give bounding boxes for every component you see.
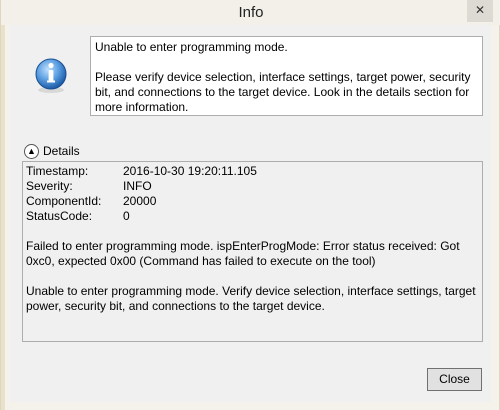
detail-row-severity: Severity: INFO bbox=[26, 179, 479, 194]
message-summary: Unable to enter programming mode. bbox=[95, 40, 288, 54]
close-button[interactable]: Close bbox=[427, 368, 482, 391]
detail-row-statuscode: StatusCode: 0 bbox=[26, 209, 479, 224]
details-panel[interactable]: Timestamp: 2016-10-30 19:20:11.105 Sever… bbox=[22, 161, 483, 342]
details-error-text: Failed to enter programming mode. ispEnt… bbox=[26, 239, 460, 268]
details-advice-text: Unable to enter programming mode. Verify… bbox=[26, 284, 476, 313]
collapse-chevron-icon[interactable]: ▲ bbox=[24, 143, 39, 159]
info-icon bbox=[35, 58, 67, 93]
window-left-edge bbox=[1, 25, 5, 410]
detail-row-componentid: ComponentId: 20000 bbox=[26, 194, 479, 209]
detail-value: INFO bbox=[123, 179, 152, 193]
detail-key: ComponentId: bbox=[26, 194, 102, 208]
info-dialog: Info ✕ Unable to enter programming mode.… bbox=[0, 0, 500, 410]
detail-key: StatusCode: bbox=[26, 209, 93, 223]
details-toggle[interactable]: ▲ Details bbox=[24, 141, 80, 161]
message-detail: Please verify device selection, interfac… bbox=[95, 70, 471, 114]
detail-value: 0 bbox=[123, 209, 130, 223]
detail-key: Timestamp: bbox=[26, 164, 89, 178]
detail-value: 20000 bbox=[123, 194, 157, 208]
detail-key: Severity: bbox=[26, 179, 73, 193]
detail-value: 2016-10-30 19:20:11.105 bbox=[123, 164, 257, 178]
title-bar: Info ✕ bbox=[1, 0, 500, 25]
window-title: Info bbox=[238, 4, 264, 21]
details-label[interactable]: Details bbox=[43, 144, 80, 159]
detail-row-timestamp: Timestamp: 2016-10-30 19:20:11.105 bbox=[26, 164, 479, 179]
message-box: Unable to enter programming mode. Please… bbox=[90, 36, 483, 116]
window-close-button[interactable]: ✕ bbox=[467, 0, 493, 22]
